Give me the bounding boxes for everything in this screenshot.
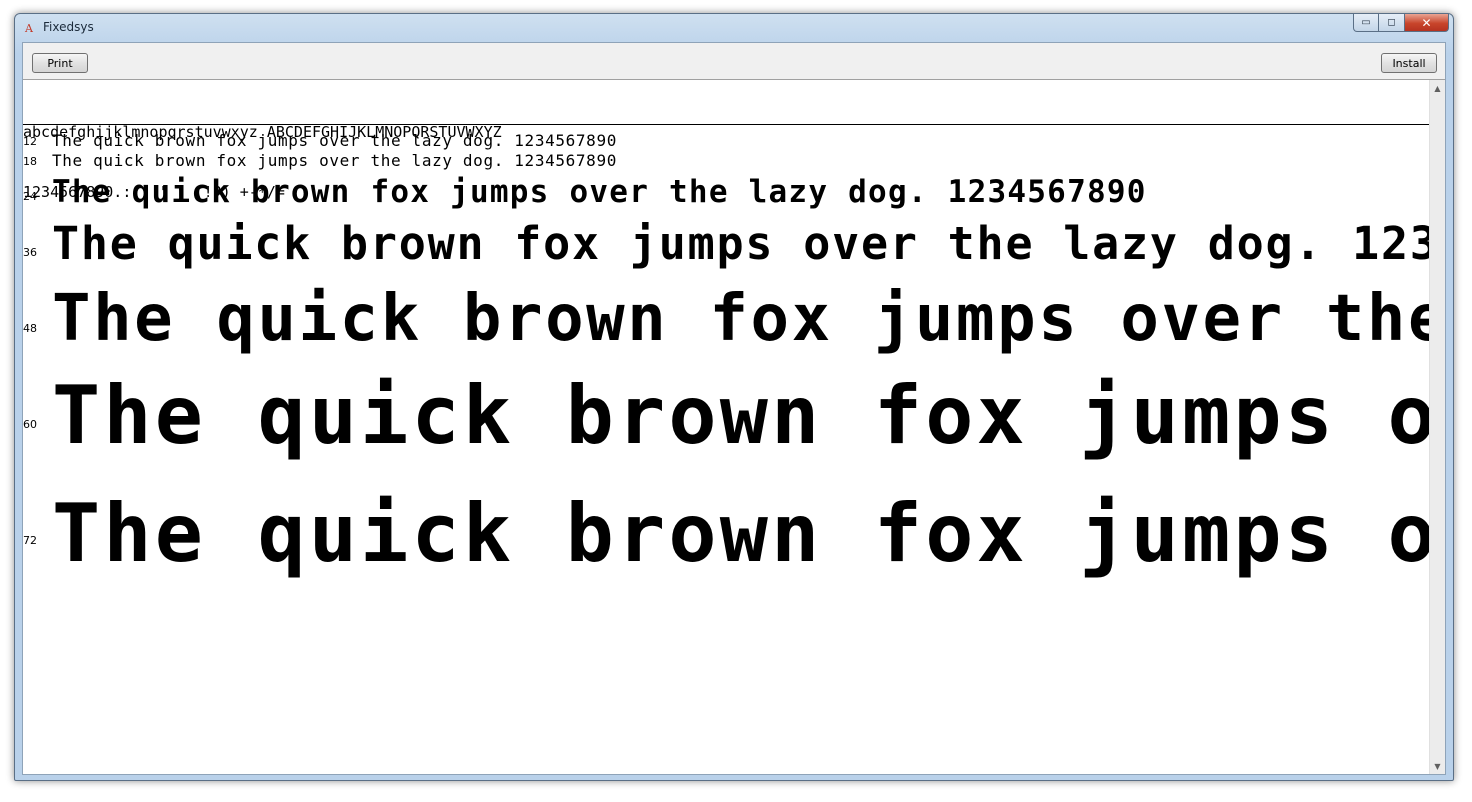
size-label: 48 bbox=[23, 322, 37, 335]
font-preview-pane[interactable]: abcdefghijklmnopqrstuvwxyz ABCDEFGHIJKLM… bbox=[23, 80, 1430, 774]
sample-text: The quick brown fox jumps over the lazy … bbox=[52, 131, 618, 150]
size-label: 72 bbox=[23, 534, 37, 547]
caption-buttons: ▭ ◻ ✕ bbox=[1353, 14, 1449, 32]
print-button[interactable]: Print bbox=[32, 53, 88, 73]
scroll-down-icon: ▼ bbox=[1434, 761, 1441, 771]
sample-text: The quick brown fox jumps over the lazy … bbox=[52, 282, 1430, 356]
size-label: 60 bbox=[23, 418, 37, 431]
scroll-down-button[interactable]: ▼ bbox=[1430, 758, 1445, 774]
font-viewer-window: A Fixedsys ▭ ◻ ✕ Print Install abcdefghi… bbox=[14, 13, 1454, 781]
client-area: Print Install abcdefghijklmnopqrstuvwxyz… bbox=[22, 42, 1446, 775]
title-bar[interactable]: A Fixedsys ▭ ◻ ✕ bbox=[15, 14, 1453, 42]
close-icon: ✕ bbox=[1421, 15, 1432, 30]
minimize-button[interactable]: ▭ bbox=[1353, 14, 1379, 32]
size-label: 12 bbox=[23, 135, 37, 148]
font-file-icon: A bbox=[25, 22, 33, 35]
sample-text: The quick brown fox jumps over the lazy … bbox=[52, 217, 1430, 270]
size-label: 24 bbox=[23, 190, 37, 203]
scroll-up-icon: ▲ bbox=[1434, 83, 1441, 93]
scroll-up-button[interactable]: ▲ bbox=[1430, 80, 1445, 96]
close-button[interactable]: ✕ bbox=[1405, 14, 1449, 32]
maximize-icon: ◻ bbox=[1387, 17, 1396, 28]
size-label: 18 bbox=[23, 155, 37, 168]
sample-text: The quick brown fox jumps over the lazy … bbox=[52, 151, 618, 170]
sample-text: The quick brown fox jumps over the lazy … bbox=[52, 369, 1430, 462]
window-title: Fixedsys bbox=[43, 20, 94, 34]
size-label: 36 bbox=[23, 246, 37, 259]
install-button[interactable]: Install bbox=[1381, 53, 1437, 73]
sample-text: The quick brown fox jumps over the lazy … bbox=[52, 487, 1430, 580]
vertical-scrollbar[interactable]: ▲ ▼ bbox=[1429, 80, 1445, 774]
sample-text: The quick brown fox jumps over the lazy … bbox=[52, 174, 1147, 210]
preview-divider bbox=[23, 124, 1430, 125]
maximize-button[interactable]: ◻ bbox=[1379, 14, 1405, 32]
toolbar: Print Install bbox=[23, 43, 1445, 80]
minimize-icon: ▭ bbox=[1361, 17, 1371, 28]
